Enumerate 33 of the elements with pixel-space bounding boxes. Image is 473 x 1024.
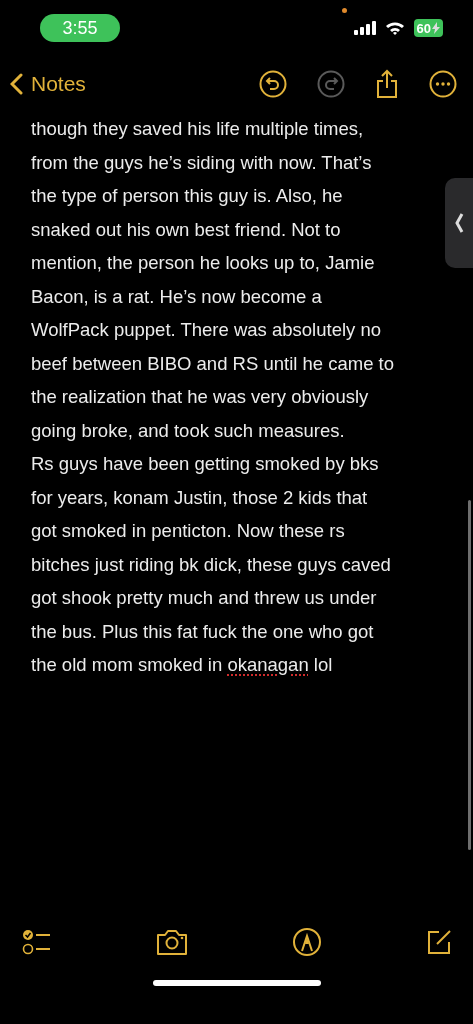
note-line: mention, the person he looks up to, Jamie [31, 251, 376, 275]
note-line: Bacon, is a rat. He’s now become a [31, 284, 323, 309]
bolt-icon [432, 22, 440, 34]
note-line: got shook pretty much and threw us under [31, 586, 378, 610]
note-line: Rs guys have been getting smoked by bks [31, 452, 380, 476]
markup-button[interactable] [292, 927, 322, 957]
undo-button[interactable] [259, 70, 287, 98]
time-badge: 3:55 [40, 14, 120, 42]
wifi-icon [384, 21, 405, 35]
note-line: WolfPack puppet. There was absolutely no [31, 318, 382, 342]
more-button[interactable] [429, 70, 457, 98]
back-button[interactable]: Notes [10, 72, 86, 96]
checklist-button[interactable] [22, 929, 52, 955]
side-panel-handle[interactable] [445, 178, 473, 268]
note-line: going broke, and took such measures. [31, 418, 346, 443]
signal-icon [353, 21, 376, 35]
camera-button[interactable] [155, 928, 189, 956]
note-line: though they saved his life multiple times, [31, 117, 365, 141]
share-button[interactable] [375, 69, 399, 99]
note-line: for years, konam Justin, those 2 kids that [31, 485, 369, 510]
chevron-left-icon [10, 73, 23, 95]
note-line: beef between BIBO and RS until he came to [31, 351, 396, 376]
note-line: the old mom smoked in okanagan lol [31, 653, 334, 677]
note-line: snaked out his own best friend. Not to [31, 217, 342, 242]
privacy-indicator [342, 8, 347, 13]
note-line: the realization that he was very obviously [31, 385, 370, 409]
note-line: the bus. Plus this fat fuck the one who got [31, 619, 375, 644]
compose-button[interactable] [425, 928, 453, 956]
note-line: bitches just riding bk dick, these guys caved [31, 552, 392, 577]
battery-indicator: 60 [413, 19, 443, 37]
note-line: got smoked in penticton. Now these rs [31, 519, 346, 543]
note-line: the type of person this guy is. Also, he [31, 184, 344, 208]
note-line: from the guys he’s siding with now. That’s [31, 150, 373, 175]
